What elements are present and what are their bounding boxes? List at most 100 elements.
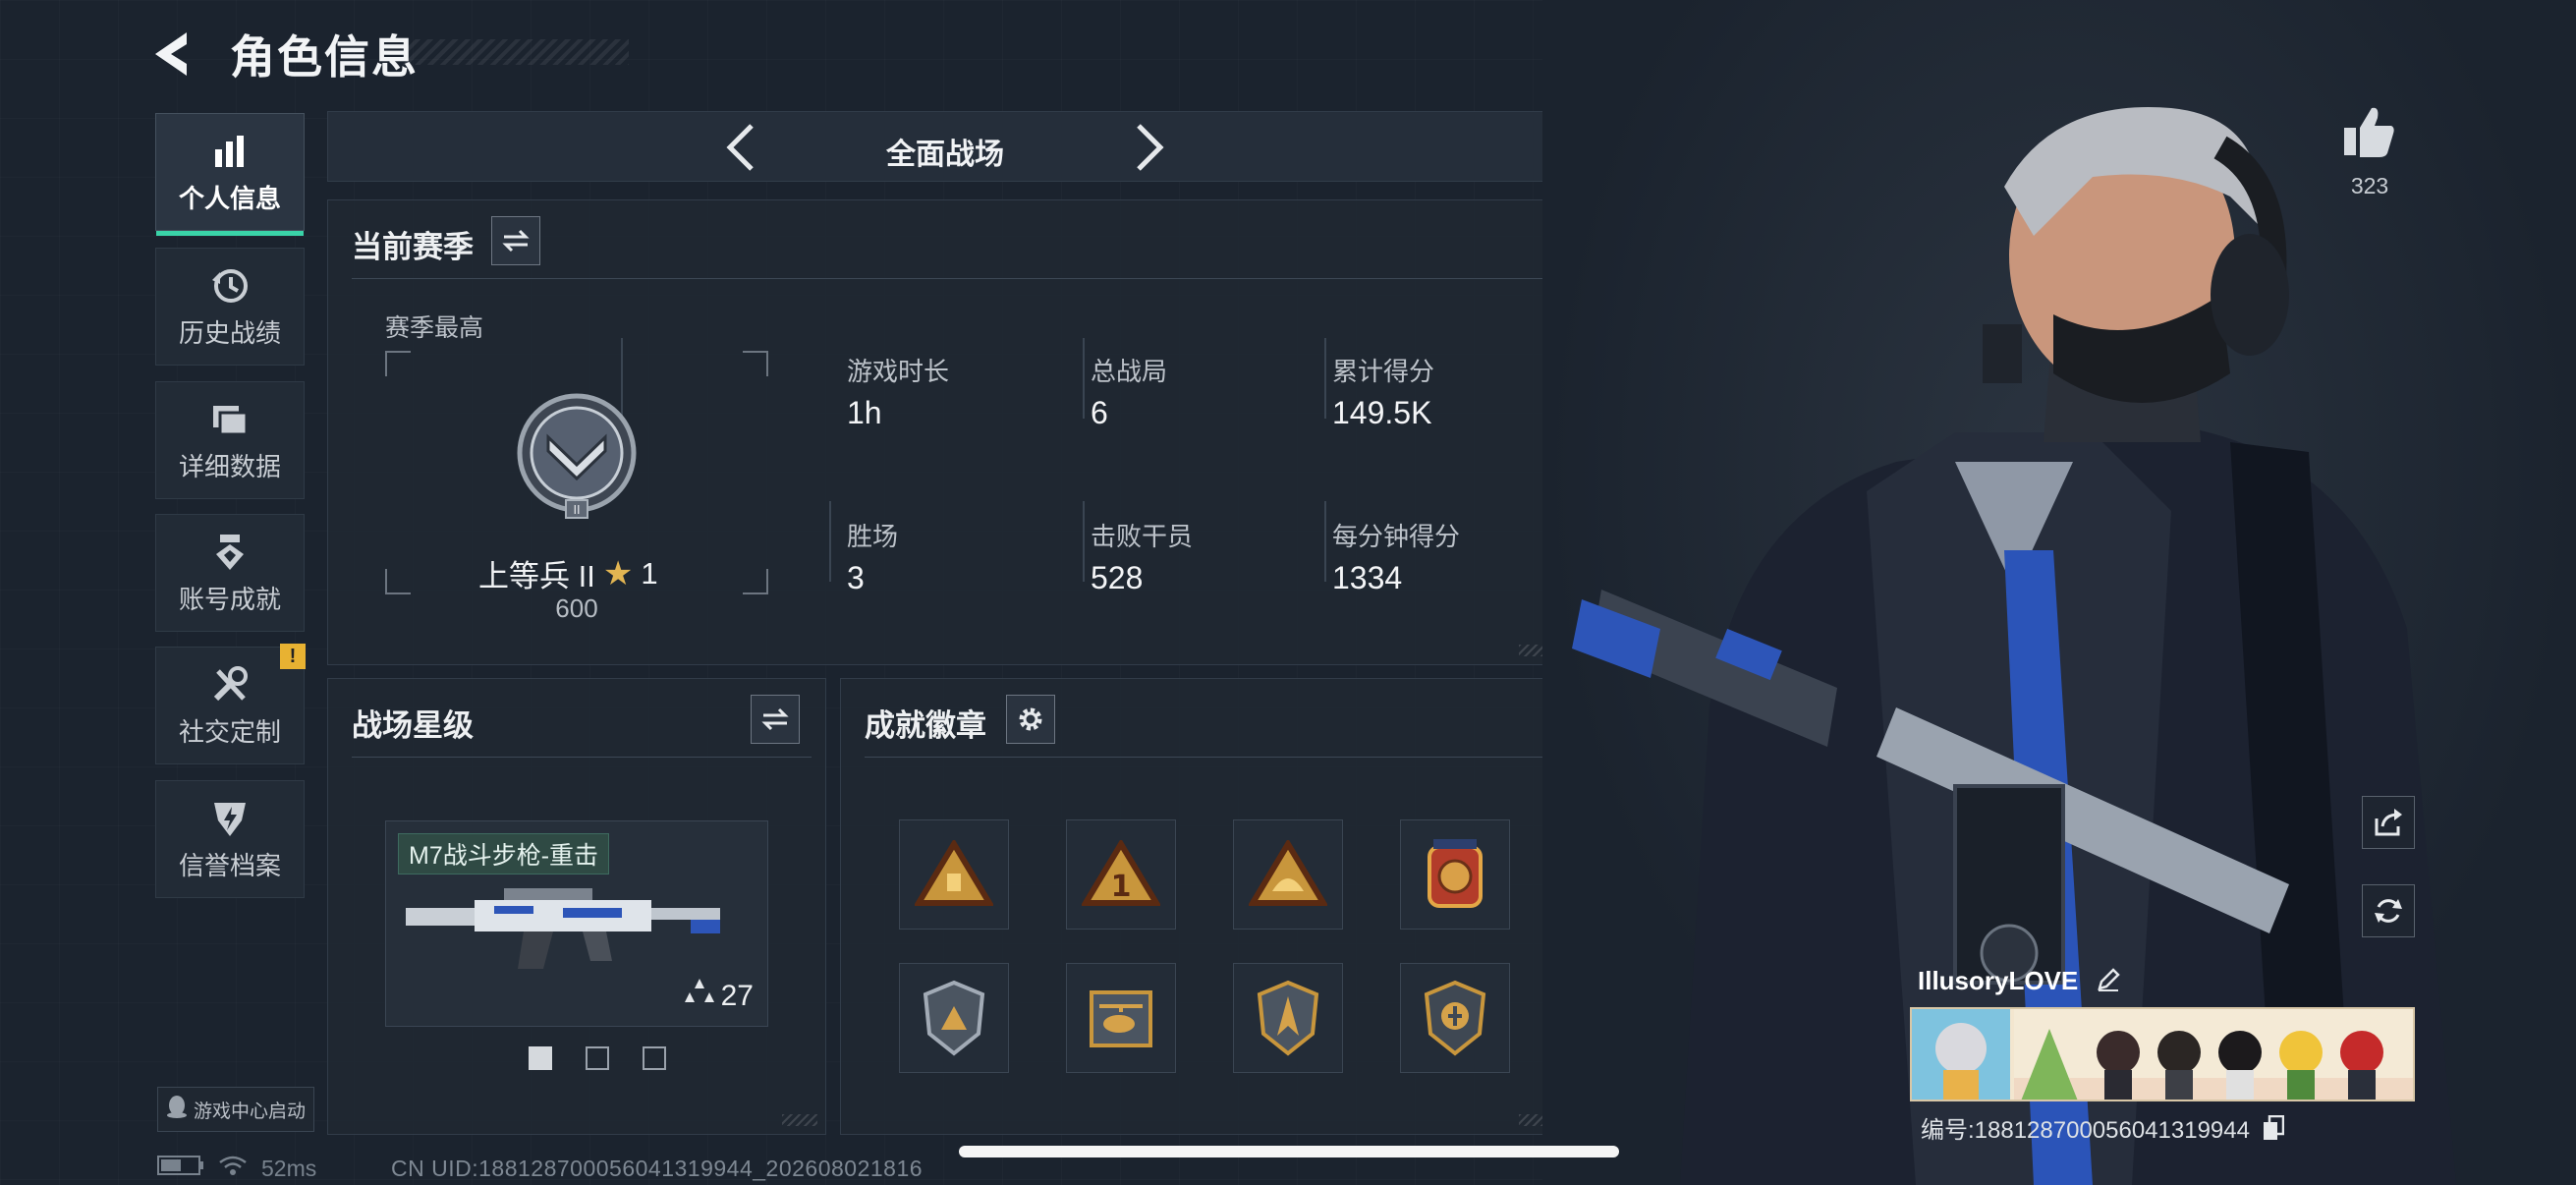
sidebar-item-label: 信誉档案 [178, 850, 281, 880]
refresh-button[interactable] [2362, 884, 2415, 937]
stat-label-wins: 胜场 [847, 522, 899, 551]
rank-info: 上等兵 II ★ 1 [478, 551, 658, 595]
tools-icon [208, 663, 252, 706]
ping-value: 52ms [261, 1155, 317, 1181]
like-count: 323 [2350, 173, 2389, 198]
swap-arrows-icon [502, 229, 530, 253]
achievement-medal-icon [208, 531, 252, 574]
stat-label-kills: 击败干员 [1091, 522, 1194, 551]
chibi-characters-banner-image [1912, 1009, 2413, 1100]
player-name: IllusoryLOVE [1918, 966, 2121, 999]
weapon-star-card[interactable]: M7战斗步枪-重击 27 [385, 820, 768, 1027]
achievements-divider [865, 757, 1548, 758]
shield-arrow-medal-icon[interactable] [1233, 963, 1343, 1073]
gear-icon [1019, 707, 1042, 731]
share-icon [2375, 809, 2402, 836]
folder-stack-icon [208, 398, 252, 441]
game-center-launch-button[interactable]: 游戏中心启动 [157, 1087, 314, 1132]
rank-star-icon: ★ [602, 554, 634, 592]
weapon-stars: 27 [720, 980, 754, 1012]
circle-crest-medal-icon[interactable] [1400, 819, 1510, 930]
stat-label-playtime: 游戏时长 [847, 357, 950, 386]
history-clock-icon [208, 264, 252, 308]
stat-value-playtime: 1h [847, 395, 882, 430]
rank-name: 上等兵 II [478, 559, 595, 593]
stat-separator [1324, 501, 1326, 582]
edit-pencil-icon[interactable] [2096, 967, 2121, 999]
weapon-name: M7战斗步枪-重击 [398, 833, 610, 875]
helicopter-medal-icon[interactable] [1066, 963, 1176, 1073]
home-indicator[interactable] [959, 1146, 1619, 1157]
stat-value-wins: 3 [847, 560, 865, 595]
season-divider [352, 278, 1548, 279]
sidebar-item-detailed-data[interactable]: 详细数据 [155, 381, 305, 499]
season-best-rank: II 上等兵 II ★ 1 [385, 351, 768, 594]
sidebar-item-history[interactable]: 历史战绩 [155, 248, 305, 366]
stat-value-matches: 6 [1091, 395, 1108, 430]
sidebar-item-account-achievements[interactable]: 账号成就 [155, 514, 305, 632]
sidebar-item-social-custom[interactable]: 社交定制 ! [155, 644, 306, 764]
wifi-icon [218, 1155, 248, 1182]
svg-text:II: II [573, 503, 580, 517]
mode-next-button[interactable] [1110, 112, 1189, 183]
player-id-text: 编号:18812870005604131994​4 [1921, 1117, 2250, 1144]
achievements-heading: 成就徽章 [865, 708, 986, 743]
sidebar-item-personal-info[interactable]: 个人信息 [155, 113, 305, 236]
mode-title: 全面战场 [886, 139, 1004, 171]
player-name-text: IllusoryLOVE [1918, 966, 2079, 995]
thumbs-up-icon [2344, 107, 2394, 157]
sidebar-item-label: 个人信息 [178, 183, 281, 213]
season-best-label: 赛季最高 [385, 314, 484, 342]
status-bar: 52ms [157, 1155, 316, 1182]
rank-stars: 1 [641, 555, 658, 591]
triangle-one-medal-icon[interactable]: 1 [1066, 819, 1176, 930]
weapon-pagination [529, 1046, 666, 1070]
refresh-icon [2375, 899, 2402, 923]
rank-emblem-icon: II [503, 386, 650, 538]
sidebar-item-label: 历史战绩 [178, 317, 281, 348]
credibility-shield-icon [208, 797, 252, 840]
share-button[interactable] [2362, 796, 2415, 849]
achievement-settings-button[interactable] [1006, 695, 1055, 744]
stat-value-total-score: 149.5K [1332, 395, 1432, 430]
page-dot-3[interactable] [643, 1046, 666, 1070]
mode-selector: 全面战场 [327, 111, 1563, 182]
copy-icon[interactable] [2263, 1114, 2284, 1148]
star-divider [352, 757, 812, 758]
sidebar-item-label: 详细数据 [178, 451, 281, 481]
rifle-image [396, 878, 730, 991]
stat-value-score-per-min: 1334 [1332, 560, 1403, 595]
shield-silver-medal-icon[interactable] [899, 963, 1009, 1073]
stat-separator [1083, 501, 1085, 582]
sidebar-item-credibility[interactable]: 信誉档案 [155, 780, 305, 898]
uid-text: CN UID:18812870005604131994​4_2026080218… [391, 1156, 924, 1181]
back-arrow-icon [155, 32, 187, 76]
stat-separator [1324, 338, 1326, 419]
battery-icon [157, 1155, 204, 1182]
like-button[interactable] [2340, 104, 2397, 164]
stat-label-total-score: 累计得分 [1332, 357, 1435, 386]
page-dot-1[interactable] [529, 1046, 552, 1070]
sidebar-item-label: 社交定制 [178, 716, 281, 747]
tri-star-icon [684, 979, 715, 1014]
player-id: 编号:18812870005604131994​4 [1921, 1110, 2284, 1148]
achievement-badges-panel: 成就徽章 1 [840, 678, 1563, 1135]
profile-banner[interactable] [1910, 1007, 2415, 1101]
triangle-sun-medal-icon[interactable] [1233, 819, 1343, 930]
star-switch-button[interactable] [751, 695, 800, 744]
triangle-gold-medal-icon[interactable] [899, 819, 1009, 930]
weapon-star-level: 27 [684, 979, 754, 1014]
qq-penguin-icon [166, 1095, 188, 1124]
season-switch-button[interactable] [491, 216, 540, 265]
stat-label-matches: 总战局 [1091, 357, 1168, 386]
page-title: 角色信息 [230, 31, 419, 83]
page-dot-2[interactable] [586, 1046, 609, 1070]
bar-chart-icon [208, 130, 252, 173]
shield-emblem-medal-icon[interactable] [1400, 963, 1510, 1073]
sidebar-item-label: 账号成就 [178, 584, 281, 614]
stat-label-score-per-min: 每分钟得分 [1332, 522, 1461, 551]
back-button[interactable] [147, 25, 206, 84]
stat-separator [829, 501, 831, 582]
corner-decoration [782, 1114, 817, 1126]
title-decoration [403, 39, 629, 65]
